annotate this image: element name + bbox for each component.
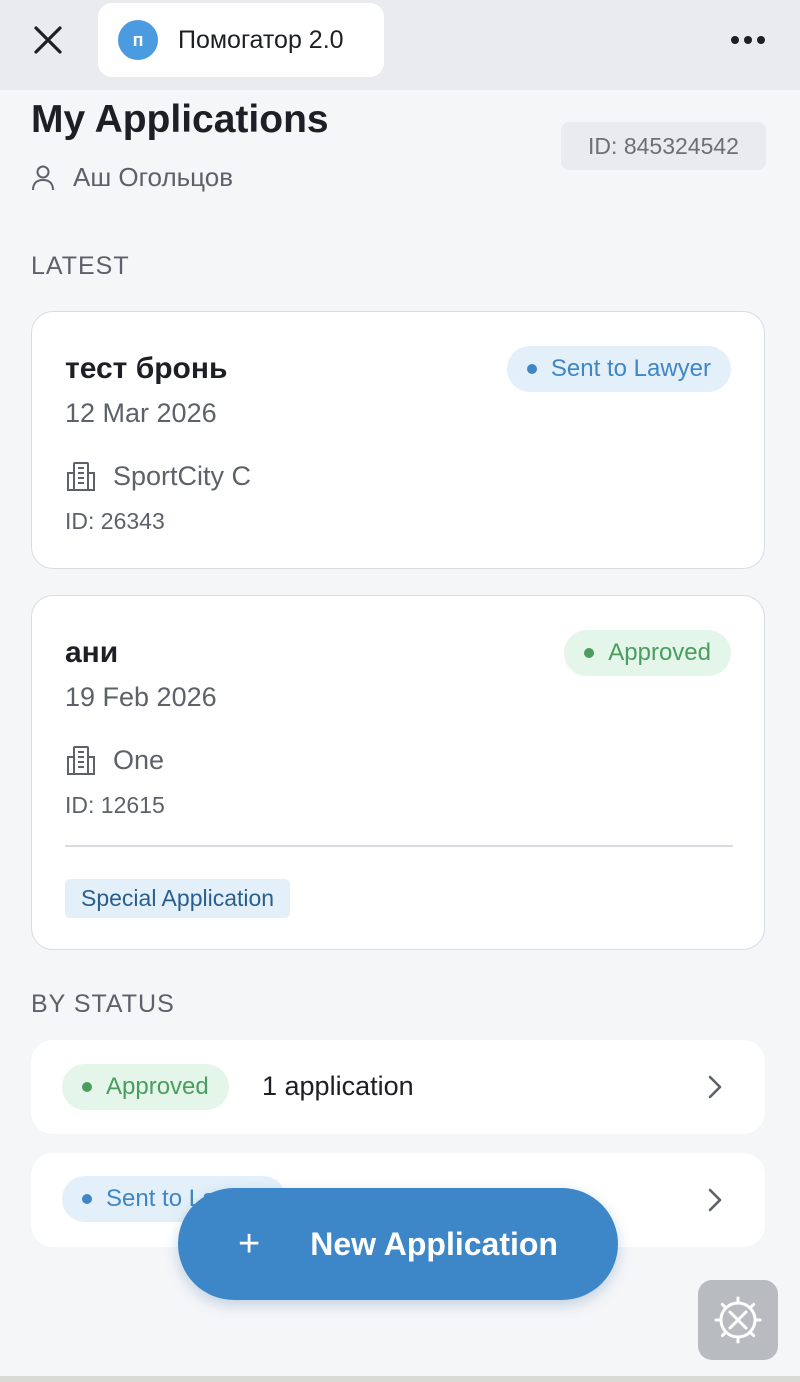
close-icon — [34, 26, 62, 54]
top-bar: п Помогатор 2.0 — [0, 0, 800, 90]
user-row: Аш Огольцов — [31, 162, 233, 193]
section-label-by-status: BY STATUS — [31, 990, 175, 1018]
status-count: 1 application — [262, 1071, 414, 1101]
bottom-strip — [0, 1376, 800, 1382]
building-icon — [67, 462, 95, 491]
status-dot-icon — [82, 1082, 92, 1092]
application-title: ани — [65, 636, 119, 669]
user-id-badge: ID: 845324542 — [561, 122, 766, 170]
plus-icon: + — [238, 1223, 261, 1265]
application-card[interactable]: ани Approved 19 Feb 2026 One ID: 12615 S… — [31, 595, 765, 950]
application-title: тест бронь — [65, 352, 228, 385]
more-dot-icon — [744, 36, 752, 44]
status-badge: Sent to Lawyer — [506, 346, 731, 392]
page-title: My Applications — [31, 98, 329, 141]
place-name: SportCity C — [113, 460, 252, 491]
user-name: Аш Огольцов — [73, 162, 234, 192]
more-options-button[interactable] — [722, 20, 774, 60]
place-name: One — [113, 744, 165, 775]
app-tab[interactable]: п Помогатор 2.0 — [98, 3, 384, 77]
settings-button[interactable] — [698, 1280, 778, 1360]
application-id: ID: 26343 — [65, 508, 165, 534]
app-logo: п — [118, 20, 158, 60]
status-label: Approved — [608, 639, 711, 666]
status-dot-icon — [584, 648, 595, 658]
application-date: 19 Feb 2026 — [65, 682, 217, 712]
application-place: One — [65, 744, 164, 776]
special-application-tag: Special Application — [65, 879, 291, 918]
status-label: Approved — [106, 1073, 209, 1100]
close-button[interactable] — [22, 18, 74, 62]
section-label-latest: LATEST — [31, 252, 130, 280]
status-label: Sent to Lawyer — [550, 355, 711, 382]
building-icon — [67, 746, 95, 775]
card-divider — [65, 845, 733, 847]
application-date: 12 Mar 2026 — [65, 398, 217, 428]
status-dot-icon — [526, 364, 537, 374]
application-card[interactable]: тест бронь Sent to Lawyer 12 Mar 2026 Sp… — [31, 311, 765, 569]
status-badge: Approved — [564, 630, 731, 676]
tools-gear-icon — [714, 1296, 762, 1344]
status-dot-icon — [82, 1194, 92, 1204]
new-application-button[interactable]: + New Application — [178, 1188, 618, 1300]
new-application-label: New Application — [310, 1225, 558, 1262]
application-id: ID: 12615 — [65, 792, 165, 818]
status-row-approved[interactable]: Approved 1 application — [31, 1040, 765, 1134]
application-place: SportCity C — [65, 460, 251, 492]
more-dot-icon — [757, 36, 765, 44]
chevron-right-icon — [708, 1075, 722, 1099]
user-icon — [32, 165, 54, 190]
status-badge: Approved — [62, 1064, 229, 1110]
app-title: Помогатор 2.0 — [178, 25, 344, 54]
more-dot-icon — [731, 36, 739, 44]
chevron-right-icon — [708, 1188, 722, 1212]
